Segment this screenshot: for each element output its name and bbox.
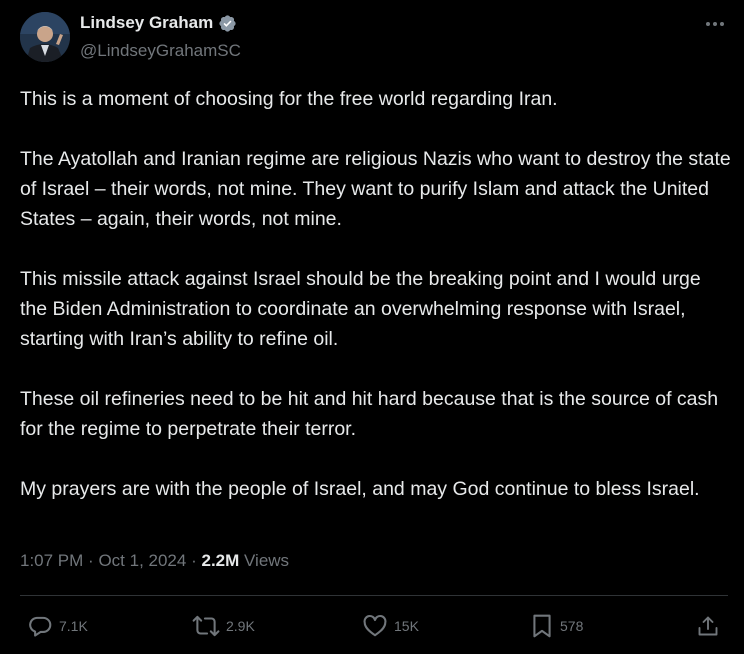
tweet-card: Lindsey Graham @LindseyGrahamSC This is … (0, 0, 744, 654)
repost-icon (192, 615, 220, 637)
tweet-paragraph: My prayers are with the people of Israel… (20, 478, 700, 500)
meta-separator: · (88, 551, 94, 570)
tweet-date[interactable]: Oct 1, 2024 (98, 551, 186, 570)
tweet-paragraph: These oil refineries need to be hit and … (20, 388, 719, 440)
avatar[interactable] (20, 12, 70, 62)
tweet-paragraph: This is a moment of choosing for the fre… (20, 88, 558, 110)
more-options-icon[interactable] (702, 16, 728, 32)
share-button[interactable] (696, 608, 720, 644)
meta-separator: · (191, 551, 197, 570)
heart-icon (363, 614, 387, 637)
tweet-time[interactable]: 1:07 PM (20, 551, 83, 570)
bookmark-count: 578 (560, 618, 584, 634)
like-button[interactable]: 15K (362, 608, 419, 644)
author-name-row: Lindsey Graham (80, 13, 237, 33)
repost-button[interactable]: 2.9K (192, 608, 255, 644)
tweet-text: This is a moment of choosing for the fre… (20, 84, 732, 504)
reply-button[interactable]: 7.1K (27, 608, 88, 644)
author-handle[interactable]: @LindseyGrahamSC (80, 41, 241, 61)
tweet-meta: 1:07 PM · Oct 1, 2024 · 2.2M Views (20, 551, 289, 571)
tweet-paragraph: This missile attack against Israel shoul… (20, 268, 701, 350)
author-name[interactable]: Lindsey Graham (80, 13, 213, 33)
views-label: Views (244, 551, 290, 570)
repost-count: 2.9K (226, 618, 255, 634)
reply-count: 7.1K (59, 618, 88, 634)
divider (20, 595, 728, 596)
share-icon (698, 616, 718, 636)
bookmark-icon (533, 614, 551, 638)
like-count: 15K (394, 618, 419, 634)
views-count: 2.2M (201, 551, 240, 570)
bookmark-button[interactable]: 578 (530, 608, 583, 644)
reply-icon (29, 616, 52, 637)
tweet-paragraph: The Ayatollah and Iranian regime are rel… (20, 148, 731, 230)
verified-badge-icon (219, 14, 236, 32)
action-bar: 7.1K 2.9K 15K 578 (0, 608, 744, 644)
